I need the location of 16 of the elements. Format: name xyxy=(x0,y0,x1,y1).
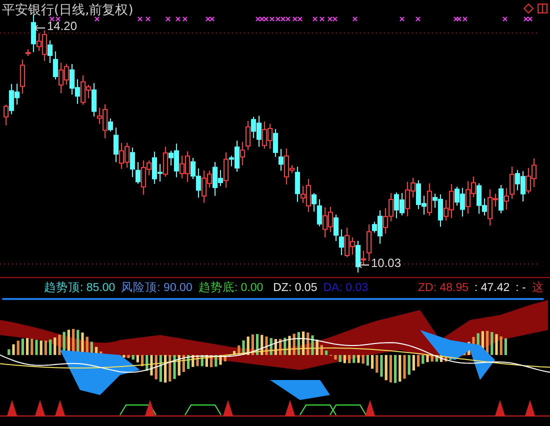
diamond-icon[interactable] xyxy=(523,3,534,14)
arrow-icon xyxy=(33,24,46,32)
chart-title: 平安银行(日线,前复权) xyxy=(2,2,134,19)
indicator-value: 趋势底: 0.00 xyxy=(198,280,264,295)
indicator-value: 风险顶: 90.00 xyxy=(121,280,192,295)
high-price-label: 14.20 xyxy=(47,19,78,33)
arrow-icon xyxy=(357,261,370,269)
panel-icon[interactable] xyxy=(537,3,548,14)
indicator-value: 趋势顶: 85.00 xyxy=(44,280,116,295)
indicator-value: DZ: 0.05 xyxy=(273,282,318,294)
indicator-value: : 47.42 xyxy=(474,282,510,294)
indicator-value: : - xyxy=(516,282,526,294)
indicator-value: ZD: 48.95 xyxy=(418,282,468,294)
low-price-label: 10.03 xyxy=(371,256,402,270)
indicator-value: 这 xyxy=(532,280,544,295)
indicator-value: DA: 0.03 xyxy=(323,282,368,294)
